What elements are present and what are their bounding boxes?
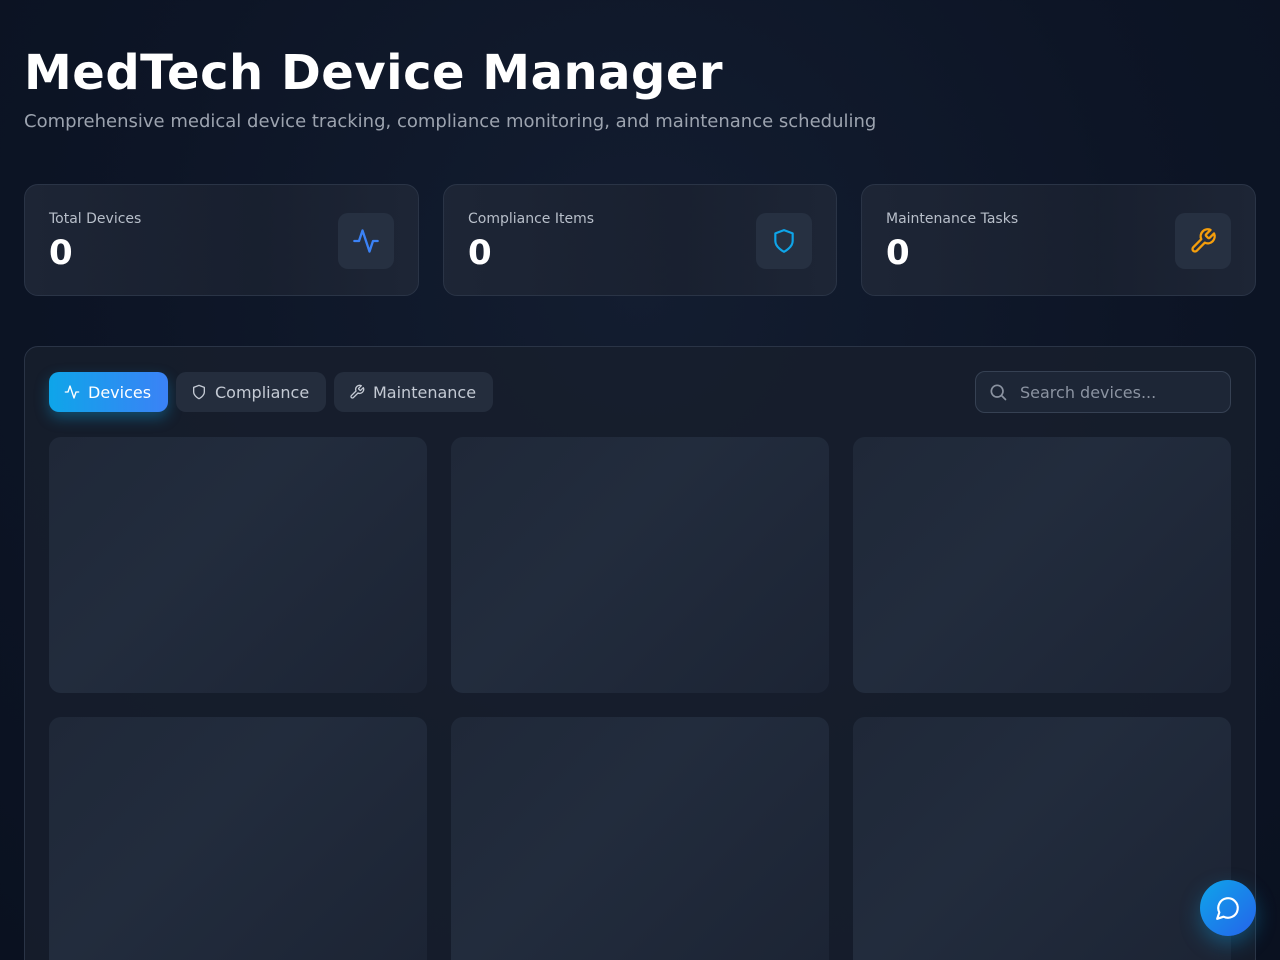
device-card-placeholder [853, 437, 1231, 693]
tab-label: Maintenance [373, 382, 477, 402]
shield-icon [756, 213, 812, 269]
shield-icon [193, 384, 205, 400]
stat-card-total-devices: Total Devices 0 [24, 184, 419, 296]
stat-card-compliance-items: Compliance Items 0 [443, 184, 837, 296]
device-card-placeholder [853, 717, 1231, 960]
wrench-icon [350, 384, 365, 399]
tab-label: Devices [88, 382, 152, 402]
chat-bubble-icon [1216, 897, 1239, 920]
activity-icon [64, 385, 80, 399]
device-card-placeholder [451, 717, 829, 960]
wrench-icon [1175, 213, 1231, 269]
tab-devices[interactable]: Devices [49, 372, 168, 412]
main-panel: Devices Compliance Maintenance [24, 346, 1256, 960]
chat-button[interactable] [1200, 880, 1256, 936]
page-subtitle: Comprehensive medical device tracking, c… [24, 111, 877, 132]
stat-label: Compliance Items [468, 211, 595, 227]
search-icon [990, 384, 1007, 401]
stat-value: 0 [49, 233, 73, 273]
device-card-placeholder [49, 717, 427, 960]
stat-card-maintenance-tasks: Maintenance Tasks 0 [861, 184, 1256, 296]
activity-icon [338, 213, 394, 269]
tab-maintenance[interactable]: Maintenance [334, 372, 493, 412]
stat-value: 0 [886, 233, 910, 273]
device-card-placeholder [49, 437, 427, 693]
stat-label: Total Devices [49, 211, 142, 227]
tab-compliance[interactable]: Compliance [176, 372, 326, 412]
tab-label: Compliance [215, 382, 310, 402]
search-input[interactable] [1018, 381, 1222, 403]
stat-value: 0 [468, 233, 492, 273]
device-card-placeholder [451, 437, 829, 693]
stat-label: Maintenance Tasks [886, 211, 1019, 227]
page-title: MedTech Device Manager [24, 45, 724, 101]
search-box [975, 371, 1231, 413]
